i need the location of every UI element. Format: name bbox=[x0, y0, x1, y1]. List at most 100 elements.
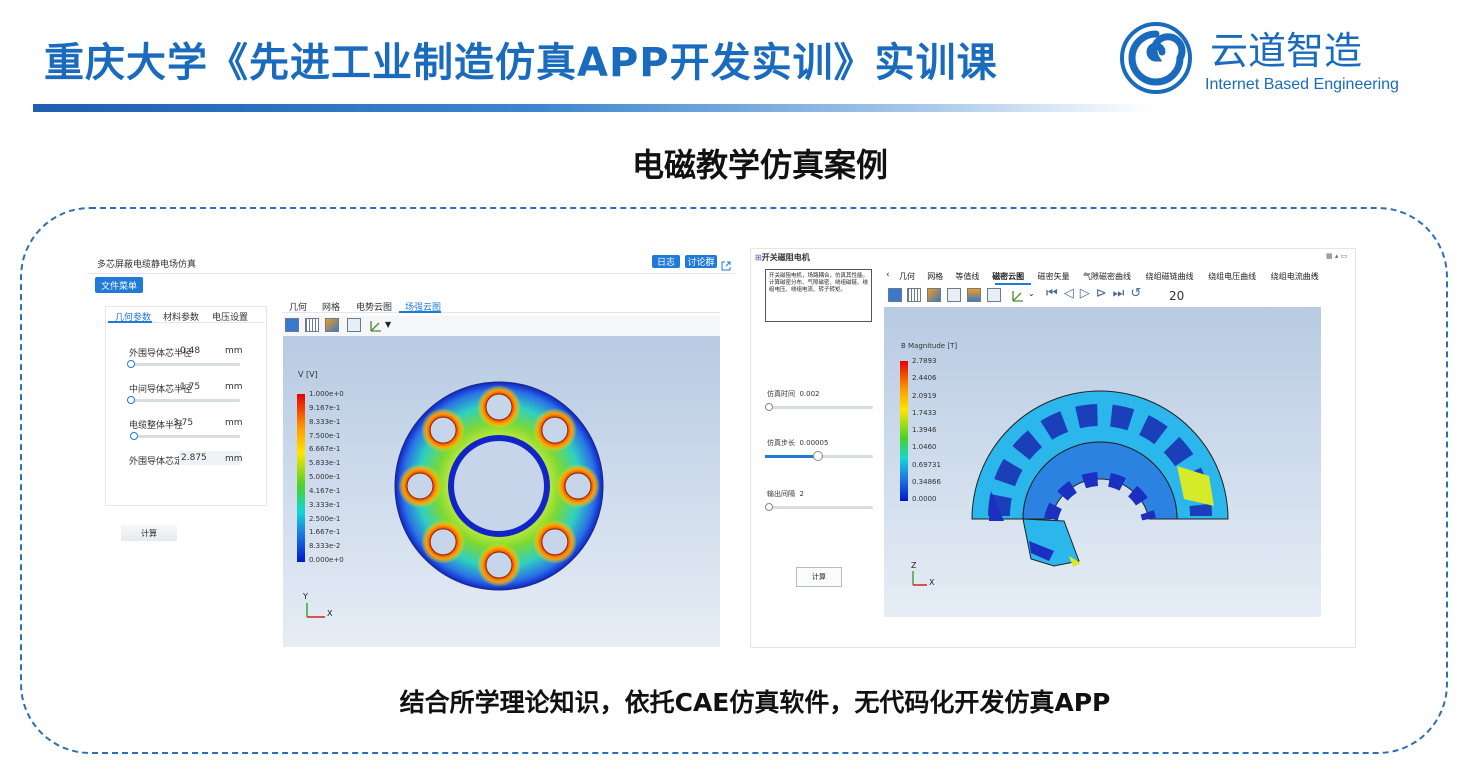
axis-triad-icon bbox=[912, 571, 927, 586]
window-controls[interactable]: ▦ ▴ ▭ bbox=[1326, 252, 1347, 260]
forum-button[interactable]: 讨论群 bbox=[685, 255, 717, 268]
tab-scroll-left-icon[interactable]: ‹ bbox=[886, 270, 890, 280]
param-unit: mm bbox=[225, 454, 243, 464]
outer-conductor bbox=[429, 528, 457, 556]
legend-value: 3.333e-1 bbox=[309, 500, 341, 509]
mesh-grid-icon[interactable] bbox=[907, 288, 921, 302]
inner-conductor-hole bbox=[448, 435, 550, 537]
param-value-input[interactable]: 0.48 bbox=[180, 346, 200, 356]
logo-english-text: Internet Based Engineering bbox=[1205, 76, 1399, 93]
active-view-tab-indicator bbox=[995, 283, 1031, 285]
axis-x-label: X bbox=[327, 609, 333, 618]
param-slider-track[interactable] bbox=[765, 406, 873, 409]
mesh-grid-icon[interactable] bbox=[305, 318, 319, 332]
param-slider-track[interactable] bbox=[130, 363, 240, 366]
play-icon[interactable]: ▷ bbox=[1080, 286, 1096, 301]
legend-title: V [V] bbox=[298, 370, 318, 379]
outer-conductor bbox=[406, 472, 434, 500]
param-slider-track[interactable] bbox=[765, 506, 873, 509]
outer-conductor bbox=[485, 551, 513, 579]
active-tab-indicator bbox=[108, 321, 152, 323]
param-slider-knob[interactable] bbox=[130, 432, 138, 440]
param-slider-fill bbox=[765, 455, 817, 458]
legend-value: 2.0919 bbox=[912, 391, 937, 400]
log-button[interactable]: 日志 bbox=[652, 255, 680, 268]
view-tab[interactable]: 磁密云图 bbox=[992, 271, 1024, 282]
legend-color-bar bbox=[900, 361, 908, 501]
view-tab[interactable]: 等值线 bbox=[955, 271, 979, 282]
app-title: 多芯屏蔽电缆静电场仿真 bbox=[97, 260, 197, 270]
legend-value: 5.000e-1 bbox=[309, 473, 341, 481]
view-tab[interactable]: 绕组磁链曲线 bbox=[1146, 271, 1194, 282]
description-box: 开关磁阻电机，场路耦合，仿真其性能。计算磁密分布、气隙磁密、绕组磁链、绕组电压、… bbox=[765, 269, 872, 322]
outer-conductor bbox=[485, 393, 513, 421]
axis-triad-icon bbox=[306, 603, 325, 618]
cable-sim-app: 多芯屏蔽电缆静电场仿真 日志 讨论群 文件菜单 几何参数 材料参数 电压设置 外… bbox=[87, 248, 735, 648]
legend-value: 1.7433 bbox=[912, 408, 937, 417]
axis-orientation-icon[interactable] bbox=[1011, 288, 1025, 302]
view-tab[interactable]: 绕组电压曲线 bbox=[1208, 271, 1256, 282]
legend-value: 2.500e-1 bbox=[309, 514, 341, 523]
legend-value: 9.167e-1 bbox=[309, 403, 341, 412]
probe-icon[interactable] bbox=[967, 288, 981, 302]
view-tab[interactable]: 磁密矢量 bbox=[1038, 271, 1070, 282]
motor-sim-app: ⊞开关磁阻电机 ▦ ▴ ▭ 开关磁阻电机，场路耦合，仿真其性能。计算磁密分布、气… bbox=[750, 248, 1356, 648]
legend-labels: 2.7893 2.4406 2.0919 1.7433 1.3946 1.0460 0.69… bbox=[912, 357, 972, 507]
legend-value: 4.167e-1 bbox=[309, 486, 341, 495]
app-title: ⊞开关磁阻电机 bbox=[755, 253, 810, 262]
legend-value: 1.667e-1 bbox=[309, 528, 341, 537]
legend-value: 0.000e+0 bbox=[309, 556, 344, 564]
clip-plane-icon[interactable] bbox=[947, 288, 961, 302]
compute-button[interactable]: 计算 bbox=[796, 567, 842, 587]
param-slider-knob[interactable] bbox=[127, 360, 135, 368]
legend-value: 0.34866 bbox=[912, 477, 941, 486]
app-logo-icon: ⊞ bbox=[755, 253, 762, 262]
param-slider-track[interactable] bbox=[130, 399, 240, 402]
view-tab[interactable]: 气隙磁密曲线 bbox=[1083, 271, 1131, 282]
outer-conductor bbox=[564, 472, 592, 500]
outer-conductor bbox=[429, 416, 457, 444]
param-value-input[interactable]: 3.75 bbox=[173, 418, 193, 428]
view-tab-divider bbox=[282, 312, 720, 313]
view-tab[interactable]: 几何 bbox=[899, 271, 915, 282]
color-map-icon[interactable] bbox=[927, 288, 941, 302]
view-cube-icon[interactable] bbox=[285, 318, 299, 332]
param-value-input[interactable]: 1.75 bbox=[180, 382, 200, 392]
chevron-down-icon[interactable]: ⌄ bbox=[1028, 289, 1035, 298]
motor-flux-contour-plot bbox=[971, 390, 1229, 567]
compute-button[interactable]: 计算 bbox=[121, 525, 177, 541]
first-frame-icon[interactable]: ⏮ bbox=[1046, 286, 1064, 301]
prev-frame-icon[interactable]: ◁ bbox=[1064, 286, 1080, 301]
param-slider-knob[interactable] bbox=[813, 451, 823, 461]
param-slider-knob[interactable] bbox=[127, 396, 135, 404]
last-frame-icon[interactable]: ⏭ bbox=[1113, 286, 1131, 301]
legend-value: 2.4406 bbox=[912, 374, 937, 383]
fit-view-icon[interactable] bbox=[347, 318, 361, 332]
legend-labels: 1.000e+0 9.167e-1 8.333e-1 7.500e-1 6.667e-1… bbox=[309, 390, 369, 570]
fit-view-icon[interactable] bbox=[987, 288, 1001, 302]
chevron-down-icon[interactable]: ▼ bbox=[385, 320, 391, 329]
logo-swirl-icon bbox=[1120, 22, 1192, 94]
legend-value: 1.0460 bbox=[912, 443, 937, 452]
external-link-icon[interactable] bbox=[721, 256, 731, 271]
param-slider-knob[interactable] bbox=[765, 503, 773, 511]
cable-field-contour-plot bbox=[394, 381, 604, 591]
legend-value: 1.000e+0 bbox=[309, 390, 344, 398]
tab-scroll-right-icon[interactable]: › bbox=[1313, 270, 1317, 280]
view-cube-icon[interactable] bbox=[888, 288, 902, 302]
axis-y-label: Y bbox=[303, 592, 308, 601]
slide-caption: 结合所学理论知识，依托CAE仿真软件，无代码化开发仿真APP bbox=[399, 688, 1111, 717]
color-map-icon[interactable] bbox=[325, 318, 339, 332]
loop-icon[interactable]: ↺ bbox=[1130, 286, 1147, 301]
file-menu-button[interactable]: 文件菜单 bbox=[95, 277, 143, 293]
param-unit: mm bbox=[225, 418, 243, 428]
view-tab[interactable]: 网格 bbox=[927, 271, 943, 282]
axis-orientation-icon[interactable] bbox=[369, 318, 383, 332]
logo-chinese-text: 云道智造 bbox=[1210, 29, 1363, 73]
next-frame-icon[interactable]: ⊳ bbox=[1096, 286, 1113, 301]
legend-color-bar bbox=[297, 394, 305, 562]
view-tab[interactable]: 绕组电流曲线 bbox=[1271, 271, 1319, 282]
param-unit: mm bbox=[225, 382, 243, 392]
param-slider-knob[interactable] bbox=[765, 403, 773, 411]
param-slider-track[interactable] bbox=[130, 435, 240, 438]
